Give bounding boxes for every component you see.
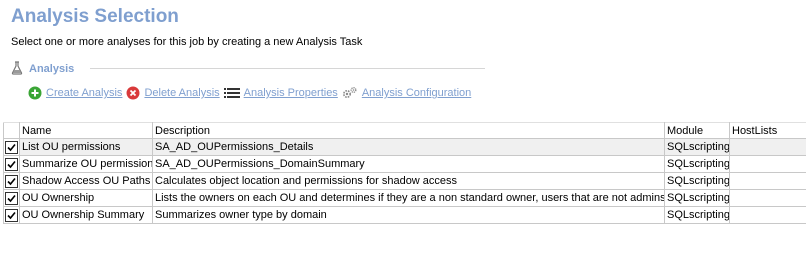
row-description: Summarizes owner type by domain [152, 206, 665, 224]
analysis-section-header: Analysis [11, 60, 74, 78]
row-description: SA_AD_OUPermissions_DomainSummary [152, 155, 665, 173]
page-title: Analysis Selection [11, 6, 179, 27]
checkmark-icon [7, 143, 16, 151]
row-hostlists [729, 206, 806, 224]
analysis-properties-label[interactable]: Analysis Properties [244, 87, 338, 99]
row-module: SQLscripting [664, 189, 730, 207]
row-module: SQLscripting [664, 138, 730, 156]
analysis-table: Name Description Module HostLists List O… [3, 122, 806, 224]
table-row[interactable]: OU Ownership Summary Summarizes owner ty… [3, 206, 806, 224]
checkmark-icon [7, 211, 16, 219]
row-checkbox[interactable] [5, 157, 18, 171]
analysis-configuration-label[interactable]: Analysis Configuration [362, 87, 471, 99]
page-subtitle: Select one or more analyses for this job… [11, 36, 363, 48]
add-icon [28, 86, 42, 100]
column-header-checkbox [3, 122, 20, 139]
analysis-properties-button[interactable]: Analysis Properties [223, 86, 338, 100]
row-checkbox-cell [3, 206, 20, 224]
row-hostlists [729, 138, 806, 156]
row-checkbox[interactable] [5, 140, 18, 154]
delete-icon [126, 86, 140, 100]
checkmark-icon [7, 177, 16, 185]
column-header-module[interactable]: Module [664, 122, 730, 139]
checkmark-icon [7, 160, 16, 168]
row-hostlists [729, 155, 806, 173]
column-header-hostlists[interactable]: HostLists [729, 122, 806, 139]
row-name: Summarize OU permissions [19, 155, 153, 173]
table-header-row: Name Description Module HostLists [3, 122, 806, 139]
table-row[interactable]: List OU permissions SA_AD_OUPermissions_… [3, 138, 806, 156]
table-row[interactable]: OU Ownership Lists the owners on each OU… [3, 189, 806, 207]
row-checkbox[interactable] [5, 174, 18, 188]
column-header-name[interactable]: Name [19, 122, 153, 139]
row-name: OU Ownership [19, 189, 153, 207]
delete-analysis-label[interactable]: Delete Analysis [144, 87, 219, 99]
row-module: SQLscripting [664, 172, 730, 190]
list-icon [223, 86, 240, 100]
gears-icon [342, 86, 358, 100]
row-checkbox-cell [3, 155, 20, 173]
row-checkbox-cell [3, 138, 20, 156]
row-description: SA_AD_OUPermissions_Details [152, 138, 665, 156]
row-description: Lists the owners on each OU and determin… [152, 189, 665, 207]
create-analysis-button[interactable]: Create Analysis [28, 86, 122, 100]
create-analysis-label[interactable]: Create Analysis [46, 87, 122, 99]
row-name: OU Ownership Summary [19, 206, 153, 224]
row-hostlists [729, 189, 806, 207]
section-label: Analysis [29, 63, 75, 75]
table-row[interactable]: Shadow Access OU Paths Calculates object… [3, 172, 806, 190]
checkmark-icon [7, 194, 16, 202]
column-header-description[interactable]: Description [152, 122, 665, 139]
row-hostlists [729, 172, 806, 190]
row-checkbox-cell [3, 189, 20, 207]
analysis-toolbar: Create Analysis Delete Analysis Analysis… [28, 86, 475, 100]
row-name: Shadow Access OU Paths [19, 172, 153, 190]
row-checkbox-cell [3, 172, 20, 190]
delete-analysis-button[interactable]: Delete Analysis [126, 86, 220, 100]
row-description: Calculates object location and permissio… [152, 172, 665, 190]
analysis-configuration-button[interactable]: Analysis Configuration [342, 86, 471, 100]
row-checkbox[interactable] [5, 191, 18, 205]
flask-icon [11, 60, 23, 78]
row-name: List OU permissions [19, 138, 153, 156]
row-module: SQLscripting [664, 155, 730, 173]
row-module: SQLscripting [664, 206, 730, 224]
section-divider [90, 68, 485, 69]
row-checkbox[interactable] [5, 208, 18, 222]
table-row[interactable]: Summarize OU permissions SA_AD_OUPermiss… [3, 155, 806, 173]
